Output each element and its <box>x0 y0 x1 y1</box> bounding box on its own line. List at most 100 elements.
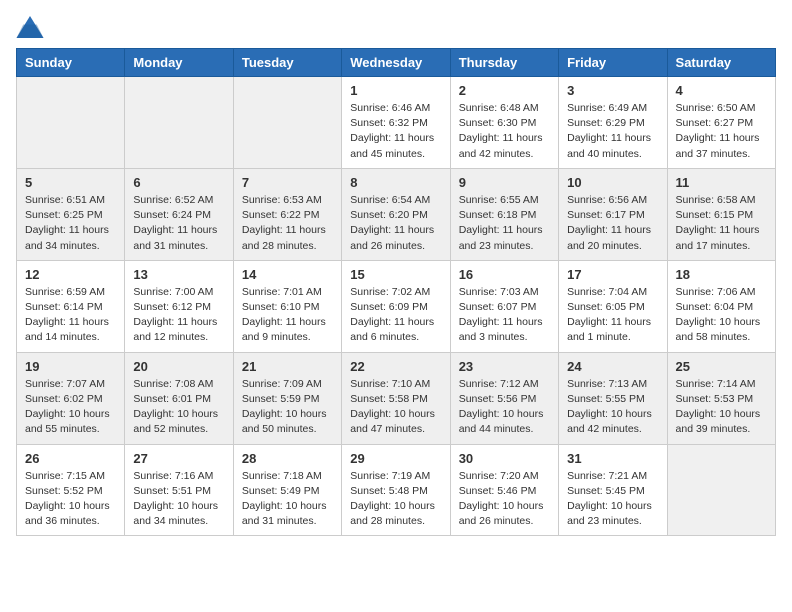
day-info: Sunrise: 7:10 AM Sunset: 5:58 PM Dayligh… <box>350 377 441 438</box>
calendar-cell <box>17 77 125 169</box>
day-number: 6 <box>133 175 224 190</box>
calendar-cell: 15Sunrise: 7:02 AM Sunset: 6:09 PM Dayli… <box>342 260 450 352</box>
calendar-cell: 17 Sunrise: 7:04 AM Sunset: 6:05 PM Dayli… <box>559 260 667 352</box>
calendar-cell <box>233 77 341 169</box>
day-info: Sunrise: 7:04 AM Sunset: 6:05 PM Dayligh… <box>567 285 658 346</box>
calendar-cell: 27Sunrise: 7:16 AM Sunset: 5:51 PM Dayli… <box>125 444 233 536</box>
day-info: Sunrise: 7:21 AM Sunset: 5:45 PM Dayligh… <box>567 469 658 530</box>
weekday-header-row: SundayMondayTuesdayWednesdayThursdayFrid… <box>17 49 776 77</box>
day-number: 27 <box>133 451 224 466</box>
day-info: Sunrise: 6:49 AM Sunset: 6:29 PM Dayligh… <box>567 101 658 162</box>
day-info: Sunrise: 6:46 AM Sunset: 6:32 PM Dayligh… <box>350 101 441 162</box>
day-number: 19 <box>25 359 116 374</box>
logo <box>16 16 48 38</box>
day-number: 31 <box>567 451 658 466</box>
day-info: Sunrise: 7:12 AM Sunset: 5:56 PM Dayligh… <box>459 377 550 438</box>
day-number: 25 <box>676 359 767 374</box>
day-number: 3 <box>567 83 658 98</box>
page-header <box>16 16 776 38</box>
day-info: Sunrise: 6:58 AM Sunset: 6:15 PM Dayligh… <box>676 193 767 254</box>
day-info: Sunrise: 7:14 AM Sunset: 5:53 PM Dayligh… <box>676 377 767 438</box>
day-info: Sunrise: 6:52 AM Sunset: 6:24 PM Dayligh… <box>133 193 224 254</box>
day-number: 5 <box>25 175 116 190</box>
weekday-header-friday: Friday <box>559 49 667 77</box>
calendar-cell: 2 Sunrise: 6:48 AM Sunset: 6:30 PM Daylig… <box>450 77 558 169</box>
day-number: 7 <box>242 175 333 190</box>
day-number: 22 <box>350 359 441 374</box>
calendar-week-row: 1 Sunrise: 6:46 AM Sunset: 6:32 PM Daylig… <box>17 77 776 169</box>
calendar-cell: 10 Sunrise: 6:56 AM Sunset: 6:17 PM Dayli… <box>559 168 667 260</box>
day-info: Sunrise: 7:03 AM Sunset: 6:07 PM Dayligh… <box>459 285 550 346</box>
calendar-cell <box>667 444 775 536</box>
day-info: Sunrise: 7:06 AM Sunset: 6:04 PM Dayligh… <box>676 285 767 346</box>
day-number: 28 <box>242 451 333 466</box>
day-number: 2 <box>459 83 550 98</box>
calendar-cell: 8 Sunrise: 6:54 AM Sunset: 6:20 PM Daylig… <box>342 168 450 260</box>
calendar-cell: 20Sunrise: 7:08 AM Sunset: 6:01 PM Dayli… <box>125 352 233 444</box>
day-info: Sunrise: 6:48 AM Sunset: 6:30 PM Dayligh… <box>459 101 550 162</box>
calendar-cell: 23 Sunrise: 7:12 AM Sunset: 5:56 PM Dayli… <box>450 352 558 444</box>
calendar-cell: 24 Sunrise: 7:13 AM Sunset: 5:55 PM Dayli… <box>559 352 667 444</box>
calendar-week-row: 26Sunrise: 7:15 AM Sunset: 5:52 PM Dayli… <box>17 444 776 536</box>
calendar-table: SundayMondayTuesdayWednesdayThursdayFrid… <box>16 48 776 536</box>
weekday-header-saturday: Saturday <box>667 49 775 77</box>
calendar-cell: 22 Sunrise: 7:10 AM Sunset: 5:58 PM Dayli… <box>342 352 450 444</box>
day-info: Sunrise: 6:55 AM Sunset: 6:18 PM Dayligh… <box>459 193 550 254</box>
day-number: 8 <box>350 175 441 190</box>
day-number: 23 <box>459 359 550 374</box>
day-info: Sunrise: 7:07 AM Sunset: 6:02 PM Dayligh… <box>25 377 116 438</box>
calendar-cell: 3 Sunrise: 6:49 AM Sunset: 6:29 PM Daylig… <box>559 77 667 169</box>
calendar-cell: 12Sunrise: 6:59 AM Sunset: 6:14 PM Dayli… <box>17 260 125 352</box>
day-info: Sunrise: 6:50 AM Sunset: 6:27 PM Dayligh… <box>676 101 767 162</box>
day-info: Sunrise: 7:09 AM Sunset: 5:59 PM Dayligh… <box>242 377 333 438</box>
day-number: 30 <box>459 451 550 466</box>
calendar-cell: 14Sunrise: 7:01 AM Sunset: 6:10 PM Dayli… <box>233 260 341 352</box>
day-info: Sunrise: 7:13 AM Sunset: 5:55 PM Dayligh… <box>567 377 658 438</box>
calendar-week-row: 19 Sunrise: 7:07 AM Sunset: 6:02 PM Dayli… <box>17 352 776 444</box>
logo-icon <box>16 16 44 38</box>
calendar-cell: 13 Sunrise: 7:00 AM Sunset: 6:12 PM Dayli… <box>125 260 233 352</box>
day-info: Sunrise: 6:53 AM Sunset: 6:22 PM Dayligh… <box>242 193 333 254</box>
calendar-cell: 7 Sunrise: 6:53 AM Sunset: 6:22 PM Daylig… <box>233 168 341 260</box>
day-info: Sunrise: 7:18 AM Sunset: 5:49 PM Dayligh… <box>242 469 333 530</box>
calendar-cell: 4 Sunrise: 6:50 AM Sunset: 6:27 PM Daylig… <box>667 77 775 169</box>
calendar-cell: 5 Sunrise: 6:51 AM Sunset: 6:25 PM Daylig… <box>17 168 125 260</box>
weekday-header-sunday: Sunday <box>17 49 125 77</box>
day-number: 4 <box>676 83 767 98</box>
calendar-cell: 6 Sunrise: 6:52 AM Sunset: 6:24 PM Daylig… <box>125 168 233 260</box>
calendar-cell <box>125 77 233 169</box>
weekday-header-monday: Monday <box>125 49 233 77</box>
calendar-cell: 11 Sunrise: 6:58 AM Sunset: 6:15 PM Dayli… <box>667 168 775 260</box>
day-number: 29 <box>350 451 441 466</box>
calendar-cell: 31 Sunrise: 7:21 AM Sunset: 5:45 PM Dayli… <box>559 444 667 536</box>
day-number: 26 <box>25 451 116 466</box>
calendar-cell: 9 Sunrise: 6:55 AM Sunset: 6:18 PM Daylig… <box>450 168 558 260</box>
day-number: 13 <box>133 267 224 282</box>
day-number: 24 <box>567 359 658 374</box>
calendar-cell: 21 Sunrise: 7:09 AM Sunset: 5:59 PM Dayli… <box>233 352 341 444</box>
day-info: Sunrise: 7:00 AM Sunset: 6:12 PM Dayligh… <box>133 285 224 346</box>
day-number: 10 <box>567 175 658 190</box>
weekday-header-wednesday: Wednesday <box>342 49 450 77</box>
day-info: Sunrise: 7:19 AM Sunset: 5:48 PM Dayligh… <box>350 469 441 530</box>
day-info: Sunrise: 7:02 AM Sunset: 6:09 PM Dayligh… <box>350 285 441 346</box>
day-number: 16 <box>459 267 550 282</box>
day-info: Sunrise: 6:59 AM Sunset: 6:14 PM Dayligh… <box>25 285 116 346</box>
calendar-cell: 30Sunrise: 7:20 AM Sunset: 5:46 PM Dayli… <box>450 444 558 536</box>
day-number: 1 <box>350 83 441 98</box>
day-number: 11 <box>676 175 767 190</box>
day-info: Sunrise: 7:01 AM Sunset: 6:10 PM Dayligh… <box>242 285 333 346</box>
day-info: Sunrise: 6:54 AM Sunset: 6:20 PM Dayligh… <box>350 193 441 254</box>
weekday-header-tuesday: Tuesday <box>233 49 341 77</box>
calendar-cell: 16 Sunrise: 7:03 AM Sunset: 6:07 PM Dayli… <box>450 260 558 352</box>
calendar-cell: 1 Sunrise: 6:46 AM Sunset: 6:32 PM Daylig… <box>342 77 450 169</box>
day-info: Sunrise: 6:51 AM Sunset: 6:25 PM Dayligh… <box>25 193 116 254</box>
day-number: 9 <box>459 175 550 190</box>
calendar-cell: 26Sunrise: 7:15 AM Sunset: 5:52 PM Dayli… <box>17 444 125 536</box>
calendar-cell: 18 Sunrise: 7:06 AM Sunset: 6:04 PM Dayli… <box>667 260 775 352</box>
calendar-cell: 28 Sunrise: 7:18 AM Sunset: 5:49 PM Dayli… <box>233 444 341 536</box>
day-number: 17 <box>567 267 658 282</box>
day-info: Sunrise: 6:56 AM Sunset: 6:17 PM Dayligh… <box>567 193 658 254</box>
day-number: 21 <box>242 359 333 374</box>
day-number: 18 <box>676 267 767 282</box>
